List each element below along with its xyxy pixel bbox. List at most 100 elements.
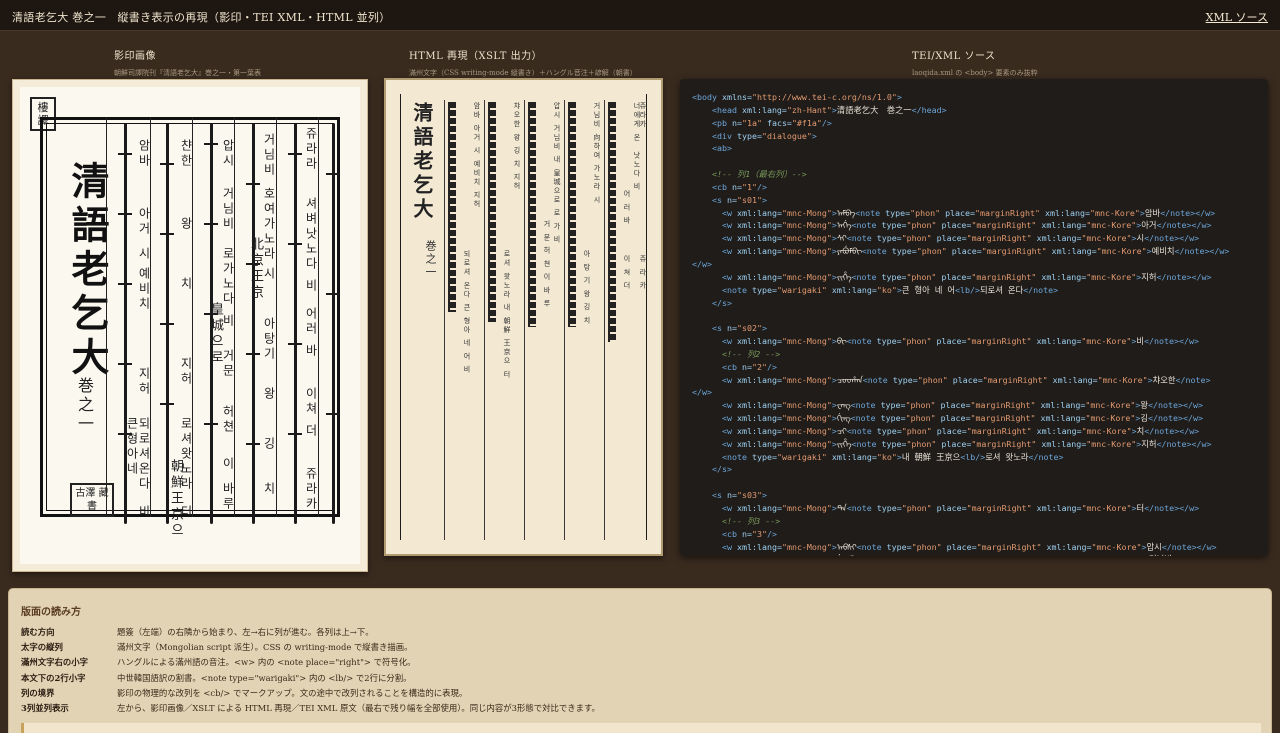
- code-line: <w xml:lang="mnc-Mong">ᠴᠣᠣᡥᠠᠨ<note type=…: [692, 374, 1260, 387]
- code-token: "mnc-Mong": [781, 400, 832, 411]
- facsimile-phonetic: 셔벼낫노다 비: [304, 197, 318, 294]
- code-token: xml:lang=: [1044, 207, 1090, 218]
- html-column-divider: [604, 100, 605, 540]
- code-token: <note: [721, 284, 752, 295]
- tei-source-panel[interactable]: <body xmlns="http://www.tei-c.org/ns/1.0…: [680, 79, 1268, 556]
- facsimile-phonetic: 왕: [179, 217, 193, 232]
- code-token: <div: [711, 130, 737, 141]
- code-token: <w: [721, 233, 737, 244]
- reading-note-row: 本文下の2行小字 中世韓国語訳の割書。<note type="warigaki">…: [21, 672, 600, 687]
- code-token: xml:lang=: [736, 438, 782, 449]
- image-column-title: 影印画像: [114, 51, 156, 62]
- code-token: xml:lang=: [1036, 425, 1082, 436]
- column-rule: [106, 117, 107, 517]
- code-line: </w>: [692, 386, 1260, 399]
- code-line: <w xml:lang="mnc-Mong">ᠵᡳᡥᡝ<note type="p…: [692, 438, 1260, 451]
- code-token: "http://www.tei-c.org/ns/1.0": [751, 92, 897, 102]
- code-line: <note type="warigaki" xml:lang="ko">큰 형아…: [692, 284, 1260, 297]
- code-token: </note>: [1023, 284, 1059, 295]
- code-token: </note></w>: [1144, 233, 1200, 244]
- facsimile-phonetic: 비: [137, 505, 151, 520]
- code-line: <w xml:lang="mnc-Mong">ᡨᡝ<note type="pho…: [692, 502, 1260, 515]
- code-token: >: [761, 323, 767, 334]
- code-token: "s01": [736, 194, 762, 205]
- code-token: </note>: [1175, 374, 1211, 385]
- html-phonetic: 거님비 向하여 가노라 시: [593, 102, 601, 205]
- code-token: xml:lang=: [736, 246, 782, 257]
- code-token: xml:lang=: [1036, 336, 1082, 347]
- html-gloss: 쥬 라 카: [639, 255, 647, 291]
- code-token: "warigaki": [776, 451, 832, 462]
- code-token: 챠오한: [1152, 374, 1176, 385]
- code-token: "3": [751, 528, 767, 539]
- top-bar: 清語老乞大 巻之一 縦書き表示の再現（影印・TEI XML・HTML 並列） X…: [0, 0, 1280, 31]
- code-token: type=: [881, 220, 907, 231]
- code-line: <body xmlns="http://www.tei-c.org/ns/1.0…: [692, 91, 1260, 104]
- code-token: xml:lang=: [831, 451, 877, 462]
- code-token: xml:lang=: [736, 271, 782, 282]
- code-token: place=: [949, 554, 979, 556]
- code-token: "1a": [741, 117, 767, 128]
- code-token: place=: [951, 246, 982, 257]
- html-phonetic: 암바 아거 시 예비치 지허: [473, 102, 481, 209]
- code-token: xml:lang=: [1036, 233, 1082, 244]
- code-token: xml:lang=: [1040, 400, 1086, 411]
- code-line: <s n="s03">: [692, 489, 1260, 502]
- code-token: type=: [751, 451, 777, 462]
- code-token: <note: [851, 438, 882, 449]
- code-token: ᠠᡤᡝ: [836, 220, 852, 231]
- code-token: "marginRight": [981, 246, 1052, 257]
- code-token: xml:lang=: [736, 207, 782, 218]
- code-token: place=: [936, 336, 967, 347]
- code-token: <note: [846, 336, 877, 347]
- code-token: n=: [731, 181, 742, 192]
- code-token: "phon": [901, 425, 937, 436]
- reading-notes-title: 版面の読み方: [21, 607, 81, 618]
- code-token: xml:lang=: [736, 400, 782, 411]
- facsimile-phonetic: 이쳐 더: [304, 387, 318, 439]
- code-token: <w: [721, 246, 737, 257]
- code-token: </note>: [1028, 451, 1064, 462]
- code-token: <note: [846, 503, 877, 513]
- code-token: <ab>: [711, 143, 732, 154]
- reading-notes-panel: 版面の読み方 読む方向 題簽（左端）の右隣から始まり、左→右に列が進む。各列は上→…: [8, 588, 1272, 733]
- code-line: <w xml:lang="mnc-Mong">ᠶᠠᠪᡠᠮᠪᡳ<note type…: [692, 245, 1260, 258]
- code-token: "marginRight": [976, 541, 1047, 552]
- code-token: "mnc-Mong": [781, 541, 832, 552]
- code-token: >: [761, 490, 767, 501]
- code-token: <note: [721, 451, 752, 462]
- facsimile-phonetic: 왕: [262, 387, 276, 402]
- code-token: 비: [1136, 336, 1145, 347]
- code-token: "marginRight": [966, 233, 1037, 244]
- code-token: "mnc-Mong": [781, 438, 832, 449]
- html-column-divider: [564, 100, 565, 540]
- reading-note-key: 3列並列表示: [21, 702, 69, 713]
- html-column-subtitle: 滿州文字（CSS writing-mode 縦書き）＋ハングル音注＋諺解（朝書）: [409, 69, 637, 77]
- reading-notes-callout: [21, 723, 1261, 733]
- code-token: place=: [941, 438, 972, 449]
- code-token: xml:lang=: [1041, 438, 1087, 449]
- code-token: ᠴᡳ: [836, 425, 847, 436]
- html-column-divider: [524, 100, 525, 540]
- code-line: </s>: [692, 463, 1260, 476]
- html-column-divider: [444, 100, 445, 540]
- code-token: "mnc-Kore": [1097, 374, 1148, 385]
- html-manchu-column: [608, 102, 616, 342]
- reading-note-key: 列の境界: [21, 687, 55, 698]
- code-token: 압시: [1146, 541, 1162, 552]
- code-token: 내 朝鮮 王京으: [901, 451, 961, 462]
- page-title: 清語老乞大 巻之一 縦書き表示の再現（影印・TEI XML・HTML 並列）: [12, 11, 391, 24]
- image-column-subtitle: 朝鮮司譯院刊『淸語老乞大』巻之一・第一葉表: [114, 69, 261, 77]
- xml-source-link[interactable]: XML ソース: [1206, 9, 1268, 25]
- code-token: xml:lang=: [1041, 271, 1087, 282]
- code-token: "mnc-Mong": [781, 207, 832, 218]
- reading-note-value: 影印の物理的な改列を <cb/> でマークアップ。文の途中で改列されることを構造…: [117, 687, 468, 698]
